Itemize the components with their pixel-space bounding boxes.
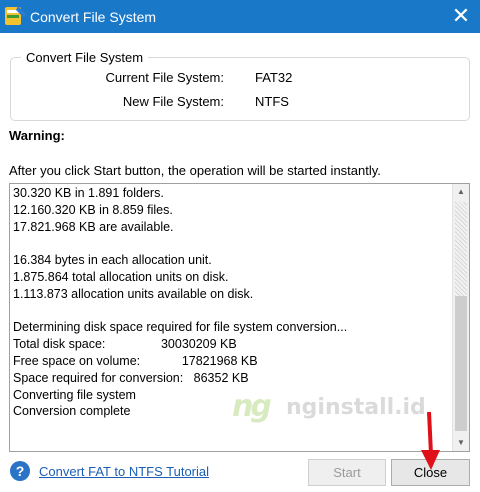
red-arrow-annotation [421,411,440,470]
log-line: 30.320 KB in 1.891 folders. [13,186,164,200]
title-bar: Convert File System ✕ [0,0,480,33]
partition-tool-icon [5,6,27,25]
log-line: 12.160.320 KB in 8.859 files. [13,202,173,217]
log-line: 16.384 bytes in each allocation unit. [13,253,212,268]
log-line: 1.875.864 total allocation units on disk… [13,269,229,284]
watermark-logo: ng [232,389,272,424]
log-line: Space required for conversion: 86352 KB [13,370,249,385]
log-line [13,303,347,320]
log-line: 1.113.873 allocation units available on … [13,286,254,301]
tutorial-link[interactable]: Convert FAT to NTFS Tutorial [39,464,209,479]
log-line: Determining disk space required for file… [13,320,348,335]
log-line [13,235,347,252]
log-line: Free space on volume: 17821968 KB [13,353,258,368]
new-fs-label: New File System: [122,94,224,109]
new-fs-value: NTFS [255,94,289,109]
conversion-log[interactable]: 30.320 KB in 1.891 folders. 12.160.320 KB… [9,183,470,452]
convert-group-box [10,57,470,121]
log-line: Total disk space: 30030209 KB [13,337,237,352]
log-scrollbar[interactable]: ▲ ▼ [452,184,469,451]
window-title: Convert File System [30,9,157,25]
watermark-text: nginstall.id [286,395,426,420]
scroll-down-arrow-icon[interactable]: ▼ [453,435,469,451]
current-fs-value: FAT32 [255,70,293,85]
watermark: ng nginstall.id [232,389,442,427]
warning-title: Warning: [9,128,65,143]
warning-text: After you click Start button, the operat… [9,163,381,178]
help-circle-icon[interactable]: ? [10,461,30,481]
scroll-up-arrow-icon[interactable]: ▲ [453,184,469,200]
start-button[interactable]: Start [308,459,386,486]
log-line: 17.821.968 KB are available. [13,219,174,234]
log-lines: 30.320 KB in 1.891 folders. 12.160.320 KB… [13,185,347,420]
scroll-track[interactable] [455,202,467,296]
scroll-thumb[interactable] [455,296,467,431]
group-legend: Convert File System [21,50,149,65]
current-fs-label: Current File System: [105,70,224,85]
close-icon[interactable]: ✕ [448,3,474,29]
